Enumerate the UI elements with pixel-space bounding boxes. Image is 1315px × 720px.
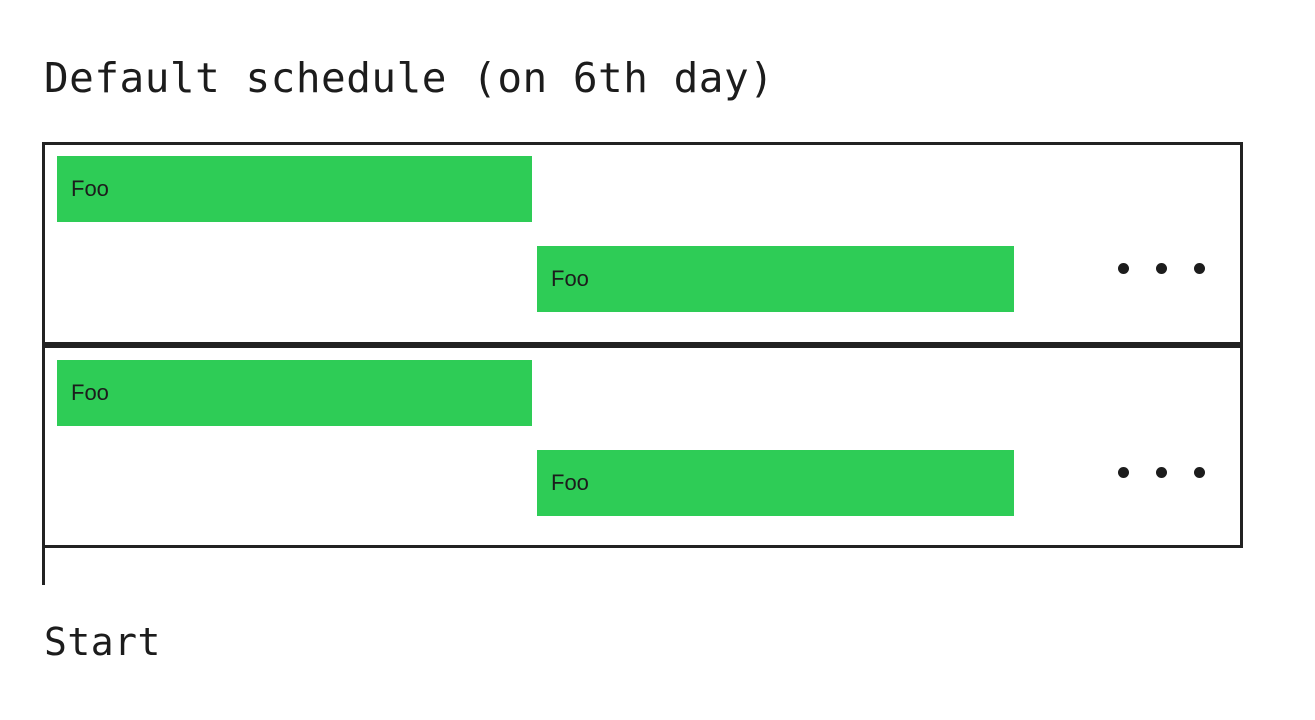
ellipsis-dot — [1156, 263, 1167, 274]
task-bar-label: Foo — [71, 380, 109, 405]
ellipsis-dot — [1156, 467, 1167, 478]
task-bar-label: Foo — [71, 176, 109, 201]
continuation-ellipsis-icon — [1118, 467, 1205, 478]
task-bar[interactable]: Foo — [537, 450, 1014, 516]
start-axis-label: Start — [44, 620, 161, 664]
ellipsis-dot — [1194, 467, 1205, 478]
lane-group-2: Foo Foo — [42, 345, 1243, 548]
task-bar-label: Foo — [551, 470, 589, 495]
ellipsis-dot — [1118, 263, 1129, 274]
task-bar[interactable]: Foo — [57, 156, 532, 222]
gantt-timeline: Foo Foo Foo Foo — [42, 142, 1243, 548]
lane-group-1: Foo Foo — [42, 142, 1243, 345]
task-bar[interactable]: Foo — [57, 360, 532, 426]
start-tick-marker — [42, 540, 45, 585]
task-bar-label: Foo — [551, 266, 589, 291]
continuation-ellipsis-icon — [1118, 263, 1205, 274]
ellipsis-dot — [1118, 467, 1129, 478]
task-bar[interactable]: Foo — [537, 246, 1014, 312]
page-title: Default schedule (on 6th day) — [44, 54, 775, 102]
ellipsis-dot — [1194, 263, 1205, 274]
